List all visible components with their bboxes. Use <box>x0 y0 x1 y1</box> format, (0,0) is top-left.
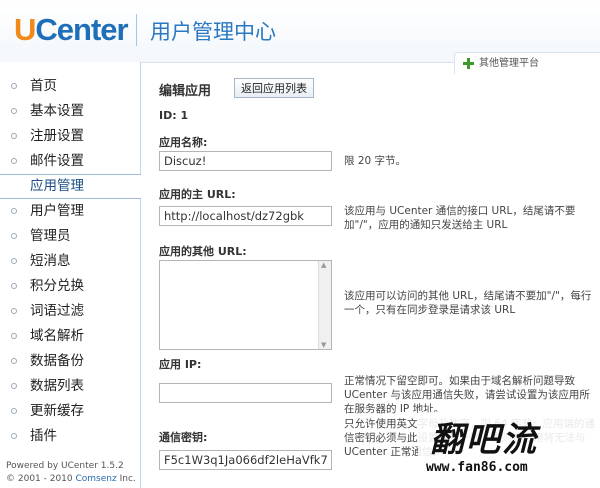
app-ip-hint: 正常情况下留空即可。如果由于域名解析问题导致 UCenter 与该应用通信失败，… <box>344 375 590 415</box>
footer-brand-link[interactable]: Comsenz <box>76 474 117 484</box>
sidebar-item[interactable]: 邮件设置 <box>0 149 140 174</box>
sidebar-item[interactable]: 域名解析 <box>0 324 140 349</box>
comm-key-input[interactable] <box>159 450 332 470</box>
bullet-icon <box>11 83 17 89</box>
bullet-icon <box>11 233 17 239</box>
back-to-app-list-button[interactable]: 返回应用列表 <box>234 78 314 98</box>
app-url-input[interactable] <box>159 206 332 226</box>
footer-copyright-suffix: Inc. <box>116 474 136 484</box>
other-url-textarea[interactable] <box>159 260 332 350</box>
sidebar-menu: 首页基本设置注册设置邮件设置应用管理用户管理管理员短消息积分兑换词语过滤域名解析… <box>0 74 141 449</box>
sidebar-item[interactable]: 首页 <box>0 74 140 99</box>
app-ip-input[interactable] <box>159 383 332 403</box>
sidebar-item[interactable]: 管理员 <box>0 224 140 249</box>
footer-copyright: © 2001 - 2010 Comsenz Inc. <box>6 473 136 486</box>
sidebar-item[interactable]: 基本设置 <box>0 99 140 124</box>
page-title: 编辑应用 <box>159 84 212 99</box>
logo-u: U <box>14 12 36 47</box>
other-url-label: 应用的其他 URL: <box>159 245 247 258</box>
watermark-text: 翻吧流 <box>430 420 538 460</box>
sidebar-item-label: 词语过滤 <box>30 303 84 319</box>
sidebar-item-label: 更新缓存 <box>30 403 84 419</box>
logo-divider <box>136 14 137 46</box>
sidebar-item-label: 短消息 <box>30 253 71 269</box>
sidebar-item-label: 积分兑换 <box>30 278 84 294</box>
sidebar-item[interactable]: 数据备份 <box>0 349 140 374</box>
sidebar-item-label: 用户管理 <box>30 203 84 219</box>
sidebar-item[interactable]: 应用管理 <box>0 174 141 199</box>
bullet-icon <box>11 258 17 264</box>
header: UCenter 用户管理中心 其他管理平台 <box>0 0 600 74</box>
app-name-input[interactable] <box>159 151 332 171</box>
bullet-icon <box>11 433 17 439</box>
bullet-icon <box>11 308 17 314</box>
sidebar-item-label: 管理员 <box>30 228 71 244</box>
footer-powered-by: Powered by UCenter 1.5.2 <box>6 461 124 471</box>
logo-center: Center <box>35 12 128 47</box>
bullet-icon <box>11 383 17 389</box>
app-ip-label: 应用 IP: <box>159 358 202 371</box>
app-title: 用户管理中心 <box>150 20 276 44</box>
sidebar: 首页基本设置注册设置邮件设置应用管理用户管理管理员短消息积分兑换词语过滤域名解析… <box>0 62 141 488</box>
sidebar-footer: Powered by UCenter 1.5.2 © 2001 - 2010 C… <box>6 460 136 486</box>
app-id: ID: 1 <box>159 109 189 122</box>
bullet-icon <box>11 283 17 289</box>
sidebar-item-label: 注册设置 <box>30 128 84 144</box>
sidebar-item-label: 基本设置 <box>30 103 84 119</box>
bullet-icon <box>11 208 17 214</box>
sidebar-item-label: 数据备份 <box>30 353 84 369</box>
bullet-icon <box>11 333 17 339</box>
sidebar-item-label: 插件 <box>30 428 57 444</box>
sidebar-item[interactable]: 更新缓存 <box>0 399 140 424</box>
sidebar-item-label: 应用管理 <box>30 178 84 194</box>
other-url-hint: 该应用可以访问的其他 URL，结尾请不要加"/"，每行一个，只有在同步登录是请求… <box>344 290 592 316</box>
sidebar-item[interactable]: 数据列表 <box>0 374 140 399</box>
sidebar-item[interactable]: 注册设置 <box>0 124 140 149</box>
sidebar-item-label: 首页 <box>30 78 57 94</box>
sidebar-item[interactable]: 插件 <box>0 424 140 449</box>
sidebar-item[interactable]: 词语过滤 <box>0 299 140 324</box>
bullet-icon <box>11 358 17 364</box>
watermark-url: www.fan86.com <box>426 460 528 475</box>
sidebar-item[interactable]: 短消息 <box>0 249 140 274</box>
app-name-label: 应用名称: <box>159 136 208 149</box>
textarea-scrollbar[interactable] <box>318 261 331 349</box>
bullet-icon <box>11 158 17 164</box>
app-name-hint: 限 20 字节。 <box>344 155 407 167</box>
app-url-label: 应用的主 URL: <box>159 188 236 201</box>
app-url-hint: 该应用与 UCenter 通信的接口 URL，结尾请不要加"/"，应用的通知只发… <box>344 205 576 231</box>
watermark: 翻吧流 www.fan86.com <box>418 412 600 488</box>
ucenter-logo[interactable]: UCenter <box>14 12 129 48</box>
bullet-icon <box>11 133 17 139</box>
sidebar-item-label: 数据列表 <box>30 378 84 394</box>
footer-copyright-prefix: © 2001 - 2010 <box>6 474 76 484</box>
sidebar-item-label: 域名解析 <box>30 328 84 344</box>
sidebar-item-label: 邮件设置 <box>30 153 84 169</box>
sidebar-item[interactable]: 积分兑换 <box>0 274 140 299</box>
sidebar-item[interactable]: 用户管理 <box>0 199 140 224</box>
bullet-icon <box>11 108 17 114</box>
bullet-icon <box>11 408 17 414</box>
comm-key-label: 通信密钥: <box>159 431 208 444</box>
